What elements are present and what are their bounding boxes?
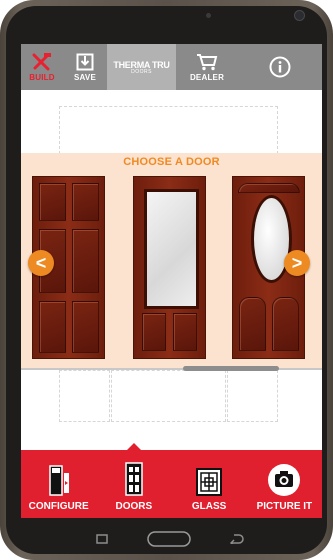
- door-option-full-glass[interactable]: [133, 176, 206, 359]
- tab-doors-label: DOORS: [115, 501, 153, 512]
- tab-glass[interactable]: GLASS: [172, 450, 247, 518]
- bottom-tab-bar: CONFIGURE DOORS GLASS PICTURE IT: [21, 443, 322, 518]
- light-sensor: [294, 10, 305, 21]
- tab-picture-it-label: PICTURE IT: [256, 501, 313, 512]
- app-screen: BUILD SAVE THERMA TRU DOORS DEALER CHOOS…: [21, 44, 322, 518]
- tab-configure[interactable]: CONFIGURE: [21, 450, 96, 518]
- info-icon: [269, 56, 291, 78]
- back-button[interactable]: [226, 528, 248, 550]
- cart-icon: [197, 53, 218, 70]
- brand-logo-button[interactable]: THERMA TRU DOORS: [107, 44, 176, 90]
- back-icon: [230, 534, 244, 544]
- recent-apps-icon: [96, 534, 108, 544]
- home-button[interactable]: [146, 528, 192, 550]
- system-nav-bar: [40, 528, 293, 550]
- build-button[interactable]: BUILD: [21, 44, 63, 90]
- recent-apps-button[interactable]: [92, 528, 112, 550]
- dealer-button[interactable]: DEALER: [176, 44, 238, 90]
- chooser-scroll-thumb[interactable]: [183, 366, 279, 371]
- info-button[interactable]: [238, 44, 322, 90]
- configure-icon: [48, 465, 69, 496]
- tab-glass-label: GLASS: [191, 501, 227, 512]
- top-toolbar: BUILD SAVE THERMA TRU DOORS DEALER: [21, 44, 322, 90]
- save-label: SAVE: [74, 72, 96, 82]
- front-camera: [206, 13, 211, 18]
- tab-picture-it[interactable]: PICTURE IT: [247, 450, 322, 518]
- build-label: BUILD: [29, 72, 55, 82]
- previous-door-button[interactable]: <: [28, 250, 54, 276]
- build-tools-icon: [32, 52, 51, 70]
- tab-doors[interactable]: DOORS: [96, 443, 171, 518]
- save-icon: [76, 53, 94, 70]
- home-icon: [147, 531, 191, 547]
- workspace-guide-right: [227, 370, 278, 422]
- next-door-button[interactable]: >: [284, 250, 310, 276]
- dealer-label: DEALER: [189, 72, 225, 82]
- camera-icon: [268, 464, 301, 496]
- selected-tab-indicator: [126, 443, 141, 450]
- tablet-device: BUILD SAVE THERMA TRU DOORS DEALER CHOOS…: [0, 0, 333, 560]
- workspace-guide-center: [111, 370, 226, 422]
- workspace-guide-top: [59, 106, 278, 154]
- brand-subtitle: DOORS: [131, 68, 152, 75]
- glass-icon: [196, 468, 223, 496]
- doors-icon: [125, 462, 143, 496]
- tab-configure-label: CONFIGURE: [28, 501, 89, 512]
- workspace-guide-left: [59, 370, 110, 422]
- save-button[interactable]: SAVE: [63, 44, 107, 90]
- chooser-title: CHOOSE A DOOR: [123, 156, 220, 168]
